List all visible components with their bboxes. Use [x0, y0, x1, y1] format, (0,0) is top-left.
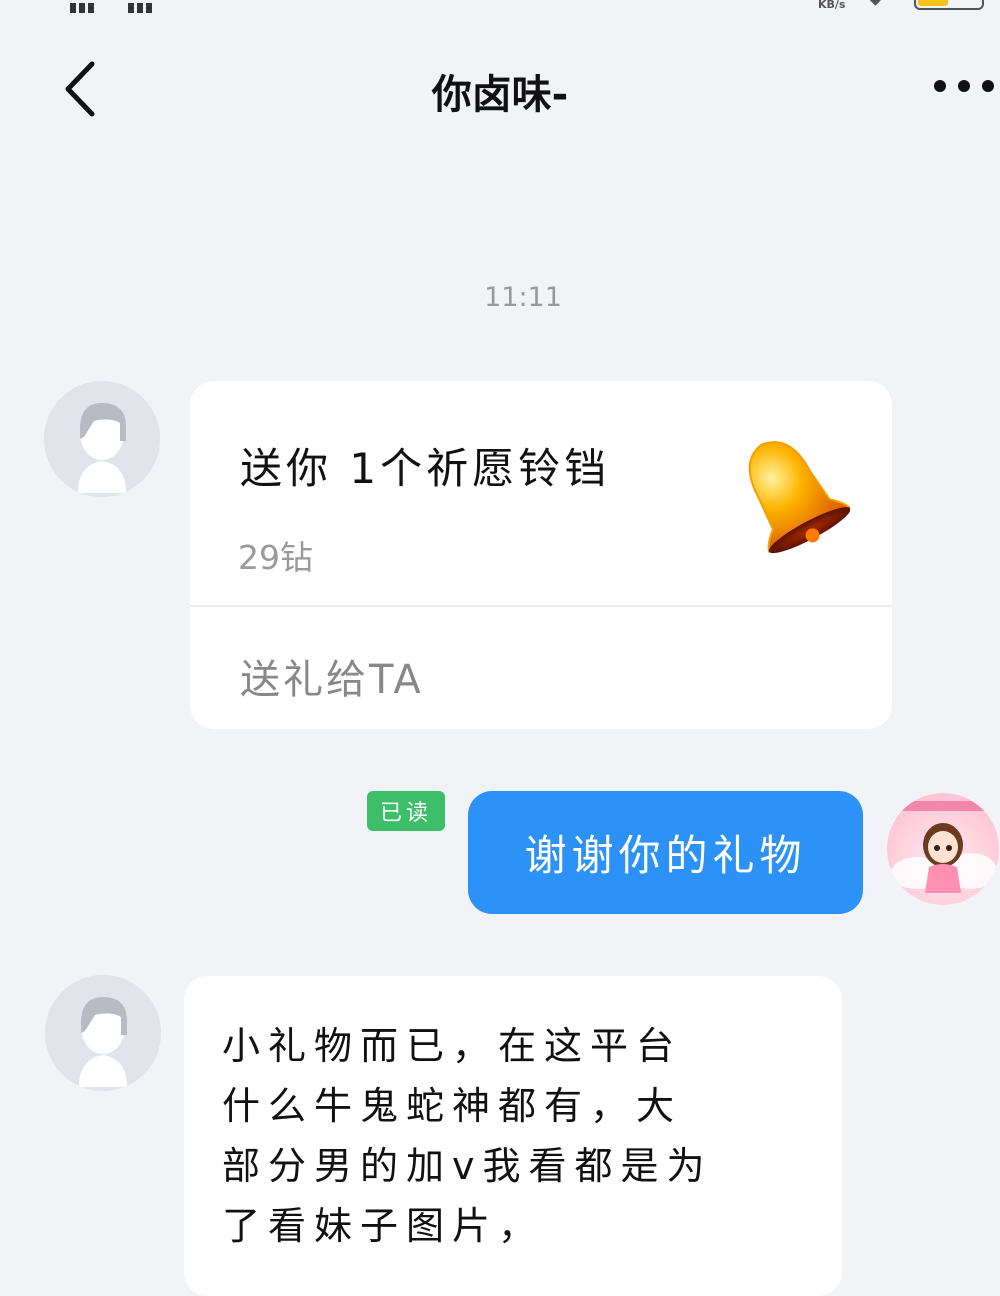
- more-dot-icon: [958, 80, 970, 92]
- message-timestamp: 11:11: [484, 282, 562, 313]
- gift-title: 送你 1个祈愿铃铛: [240, 444, 611, 493]
- incoming-message-text: 小礼物而已，在这平台 什么牛鬼蛇神都有，大 部分男的加v我看都是为 了看妹子图片…: [222, 1024, 713, 1248]
- default-user-icon: [44, 381, 160, 497]
- gift-price: 29钻: [238, 538, 313, 577]
- network-speed-unit: KB/s: [818, 0, 846, 11]
- gift-message-card[interactable]: 送你 1个祈愿铃铛 29钻 送礼给TA: [190, 381, 892, 729]
- more-dot-icon: [982, 80, 994, 92]
- card-divider: [190, 605, 892, 607]
- read-status-badge: 已读: [367, 791, 445, 831]
- more-dot-icon: [934, 80, 946, 92]
- back-button[interactable]: [58, 58, 104, 120]
- outgoing-message-bubble[interactable]: 谢谢你的礼物: [468, 791, 863, 914]
- send-gift-button[interactable]: 送礼给TA: [240, 647, 424, 705]
- signal-icon-2: [128, 0, 155, 13]
- page-title: 你卤味-: [431, 72, 569, 118]
- battery-icon: [914, 0, 984, 10]
- more-options-button[interactable]: [934, 80, 1000, 96]
- my-avatar[interactable]: [887, 793, 999, 905]
- contact-avatar[interactable]: [44, 381, 160, 497]
- default-user-icon: [45, 975, 161, 1091]
- chevron-left-icon: [65, 61, 95, 117]
- wifi-icon: ◆: [870, 0, 881, 8]
- signal-icon: [70, 0, 97, 13]
- bell-icon: [730, 431, 852, 556]
- status-bar: KB/s ◆: [0, 0, 1000, 14]
- girl-avatar-icon: [891, 801, 997, 893]
- incoming-message-bubble[interactable]: 小礼物而已，在这平台 什么牛鬼蛇神都有，大 部分男的加v我看都是为 了看妹子图片…: [184, 976, 842, 1296]
- contact-avatar[interactable]: [45, 975, 161, 1091]
